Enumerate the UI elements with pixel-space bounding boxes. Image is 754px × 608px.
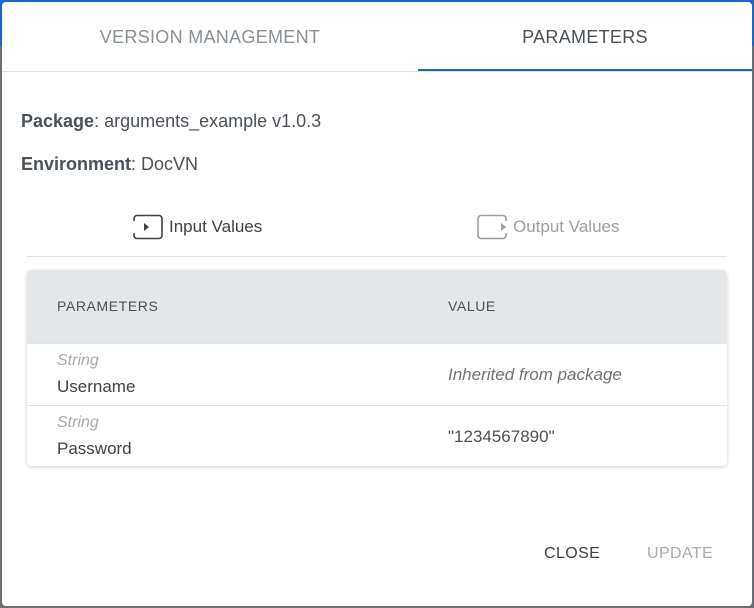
output-box-icon bbox=[477, 214, 508, 240]
param-name: Username bbox=[57, 377, 136, 396]
package-value: : arguments_example v1.0.3 bbox=[94, 111, 322, 131]
tab-version-management-label: VERSION MANAGEMENT bbox=[99, 26, 321, 47]
environment-info: Environment: DocVN bbox=[21, 154, 198, 175]
table-row[interactable]: String Password "1234567890" bbox=[27, 405, 727, 466]
subtab-divider bbox=[27, 256, 727, 257]
close-button[interactable]: CLOSE bbox=[544, 542, 600, 566]
tab-parameters-label: PARAMETERS bbox=[522, 26, 648, 47]
update-button[interactable]: UPDATE bbox=[647, 542, 713, 566]
tab-version-management[interactable]: VERSION MANAGEMENT bbox=[2, 2, 418, 72]
column-header-value: VALUE bbox=[448, 298, 496, 314]
environment-label: Environment bbox=[21, 154, 132, 174]
column-header-parameters: PARAMETERS bbox=[57, 298, 159, 314]
dialog-tab-bar: VERSION MANAGEMENT PARAMETERS bbox=[2, 2, 752, 72]
package-label: Package bbox=[21, 111, 95, 131]
param-type: String bbox=[57, 414, 99, 431]
table-row[interactable]: String Username Inherited from package bbox=[27, 343, 727, 405]
param-value[interactable]: Inherited from package bbox=[448, 365, 622, 385]
parameters-dialog: VERSION MANAGEMENT PARAMETERS Package: a… bbox=[2, 2, 752, 606]
input-box-icon bbox=[132, 214, 163, 240]
parameters-table: PARAMETERS VALUE String Username Inherit… bbox=[27, 270, 727, 466]
subtab-output-values[interactable]: Output Values bbox=[477, 213, 619, 241]
param-name: Password bbox=[57, 439, 132, 458]
environment-value: : DocVN bbox=[131, 154, 199, 174]
subtab-output-values-label: Output Values bbox=[513, 217, 620, 236]
package-info: Package: arguments_example v1.0.3 bbox=[21, 111, 321, 132]
subtab-input-values[interactable]: Input Values bbox=[132, 213, 263, 241]
param-value[interactable]: "1234567890" bbox=[448, 427, 555, 447]
param-type: String bbox=[57, 352, 99, 369]
tab-parameters[interactable]: PARAMETERS bbox=[418, 2, 752, 72]
active-tab-indicator bbox=[418, 69, 752, 71]
table-header: PARAMETERS VALUE bbox=[27, 270, 727, 343]
subtab-input-values-label: Input Values bbox=[169, 217, 263, 236]
